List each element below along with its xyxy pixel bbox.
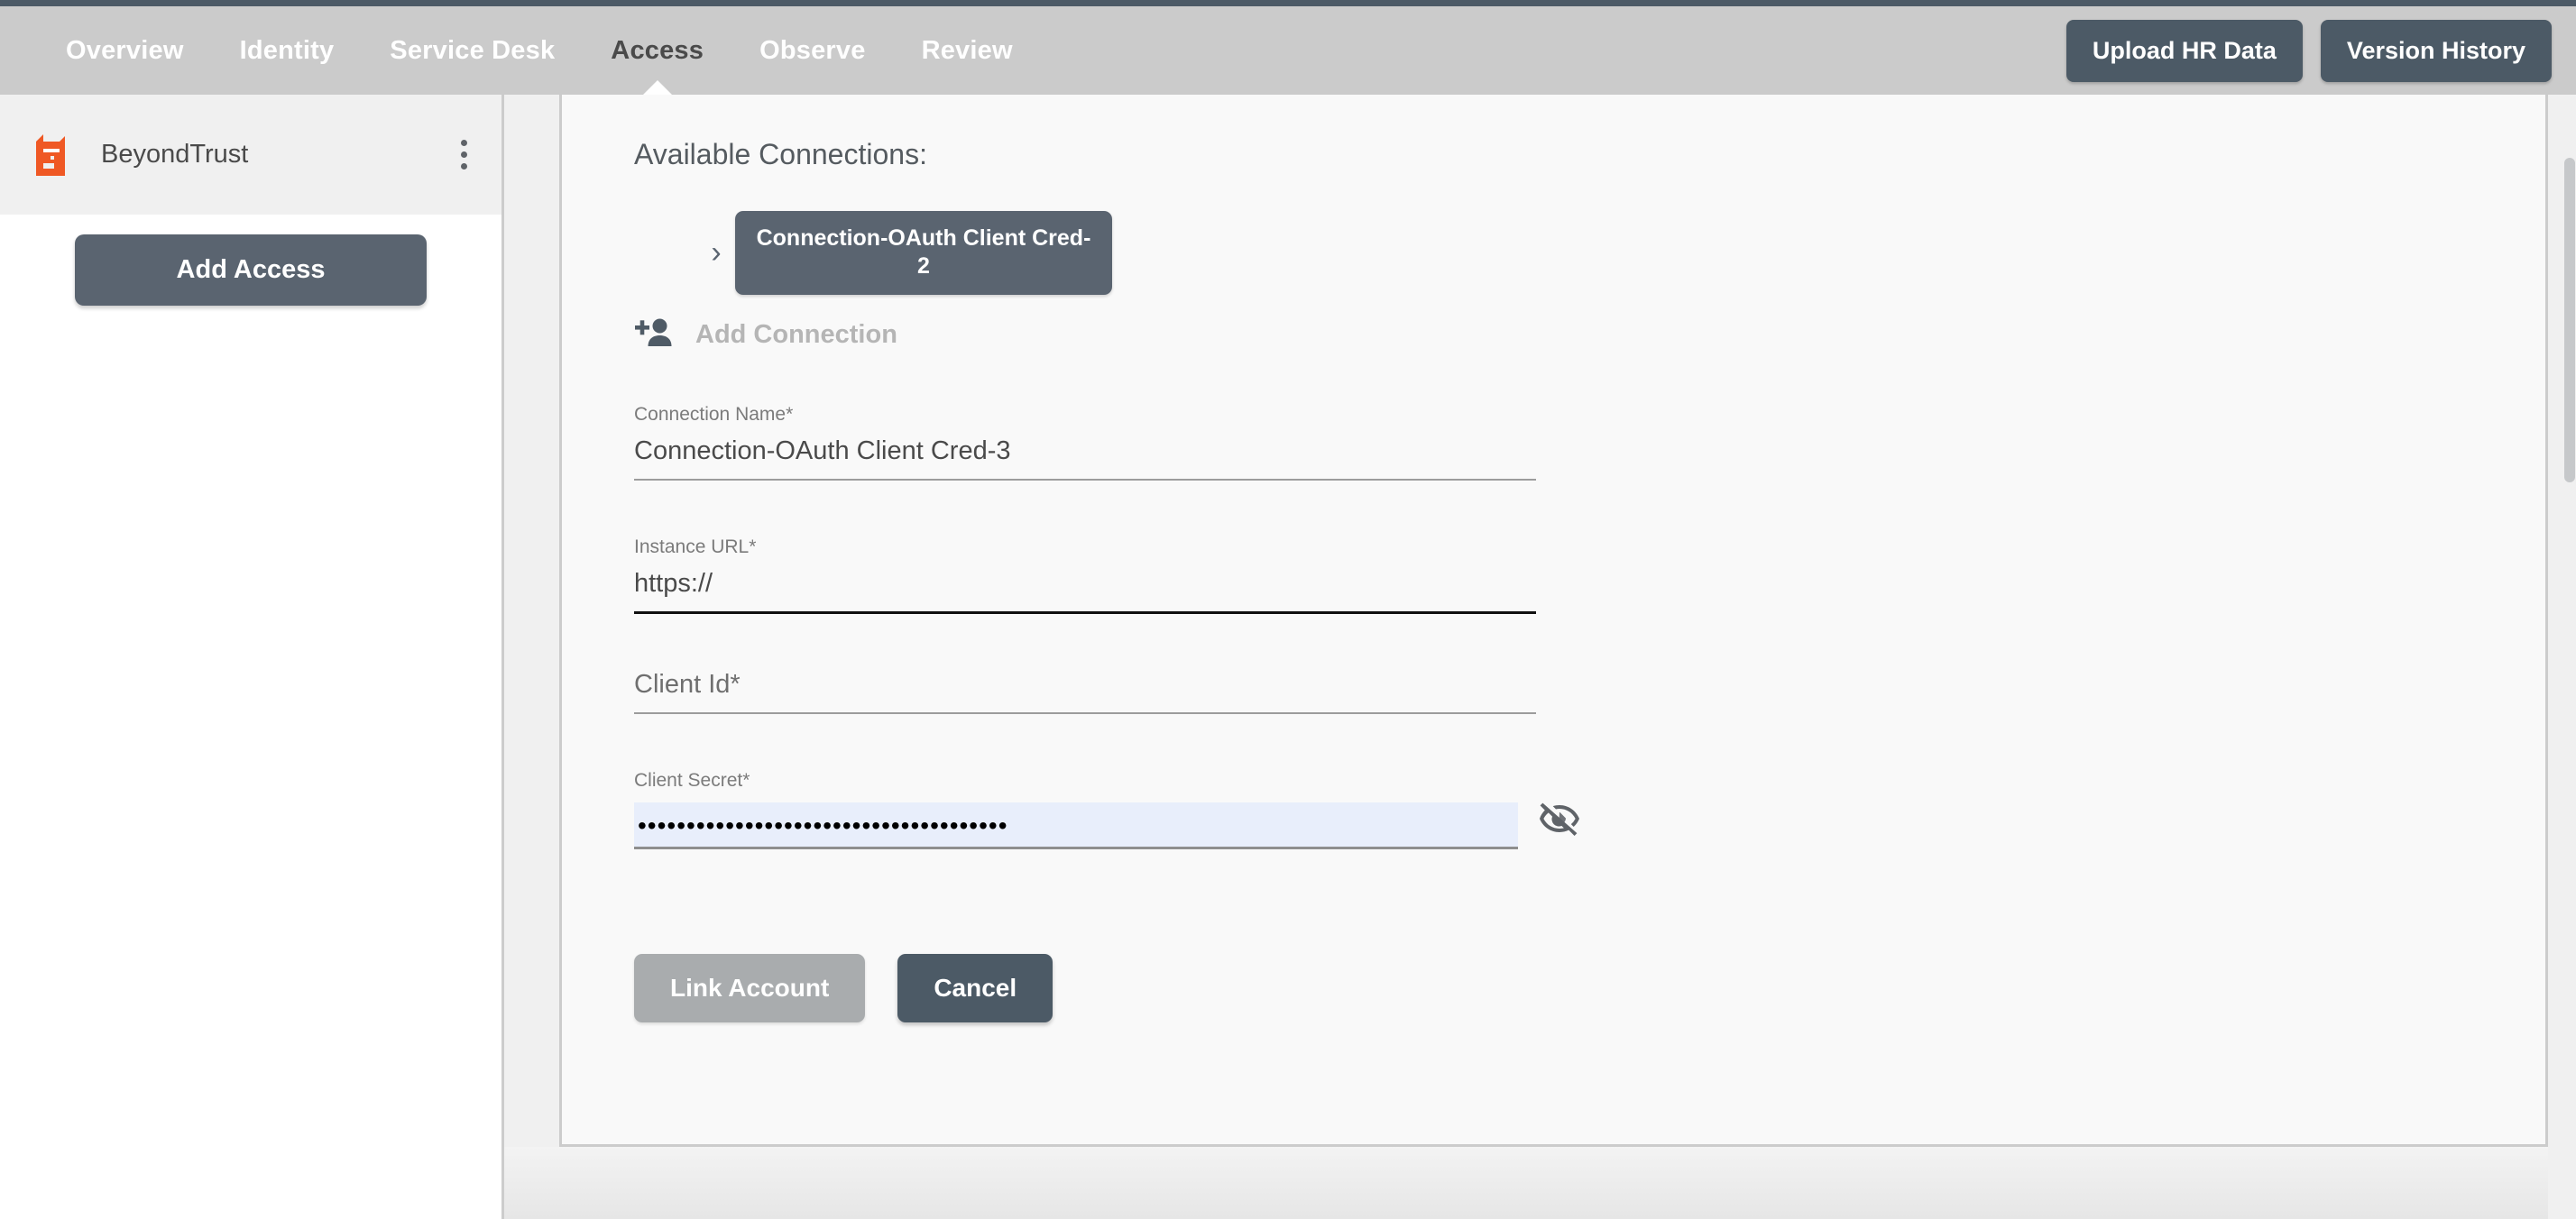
connection-form-inner: Available Connections: › Connection-OAut… bbox=[562, 95, 2545, 1095]
person-add-icon bbox=[634, 316, 674, 353]
nav-tab-observe[interactable]: Observe bbox=[731, 6, 893, 95]
link-account-button[interactable]: Link Account bbox=[634, 953, 866, 1022]
client-secret-input[interactable]: •••••••••••••••••••••••••••••••••••••• bbox=[634, 802, 1518, 849]
client-id-input[interactable]: Client Id* bbox=[634, 670, 1536, 714]
connection-name-input[interactable]: Connection-OAuth Client Cred-3 bbox=[634, 436, 1536, 481]
eye-off-icon[interactable] bbox=[1538, 797, 1581, 840]
card-footer-area bbox=[504, 1147, 2576, 1219]
nav-tab-label: Overview bbox=[66, 36, 184, 65]
nav-action-buttons: Upload HR Data Version History bbox=[2065, 19, 2552, 82]
top-navigation-bar: Overview Identity Service Desk Access Ob… bbox=[0, 6, 2576, 95]
connection-name-label: Connection Name* bbox=[634, 403, 794, 425]
nav-tab-access[interactable]: Access bbox=[583, 6, 731, 95]
add-connection-label: Add Connection bbox=[695, 319, 897, 349]
form-action-buttons: Link Account Cancel bbox=[634, 953, 2545, 1095]
client-secret-label: Client Secret* bbox=[634, 769, 750, 791]
add-access-button[interactable]: Add Access bbox=[75, 234, 427, 306]
add-access-container: Add Access bbox=[0, 234, 501, 306]
field-client-id: Client Id* bbox=[634, 670, 1536, 714]
page-body: BeyondTrust Add Access Available Connect… bbox=[0, 95, 2576, 1219]
nav-tab-service-desk[interactable]: Service Desk bbox=[362, 6, 583, 95]
instance-url-input[interactable]: https:// bbox=[634, 569, 1536, 614]
field-instance-url: Instance URL* https:// bbox=[634, 536, 1536, 614]
field-connection-name: Connection Name* Connection-OAuth Client… bbox=[634, 404, 1536, 481]
org-name-label: BeyondTrust bbox=[101, 140, 249, 169]
vertical-scrollbar-thumb[interactable] bbox=[2564, 158, 2575, 482]
cancel-button[interactable]: Cancel bbox=[897, 953, 1053, 1022]
field-client-secret: Client Secret* •••••••••••••••••••••••••… bbox=[634, 770, 1581, 849]
nav-tab-label: Service Desk bbox=[390, 36, 556, 65]
nav-tab-overview[interactable]: Overview bbox=[38, 6, 212, 95]
nav-tab-label: Identity bbox=[239, 36, 335, 65]
client-secret-field: Client Secret* •••••••••••••••••••••••••… bbox=[634, 770, 1518, 849]
app-root: Overview Identity Service Desk Access Ob… bbox=[0, 0, 2576, 1219]
sidebar: BeyondTrust Add Access bbox=[0, 95, 501, 1219]
nav-tab-review[interactable]: Review bbox=[894, 6, 1041, 95]
add-connection-button[interactable]: Add Connection bbox=[634, 316, 2545, 353]
nav-tab-label: Review bbox=[921, 36, 1013, 65]
connection-pill-button[interactable]: Connection-OAuth Client Cred-2 bbox=[735, 211, 1112, 295]
sidebar-org-header[interactable]: BeyondTrust bbox=[0, 95, 501, 215]
content-gutter bbox=[504, 95, 559, 1219]
nav-tab-label: Observe bbox=[759, 36, 866, 65]
chevron-right-icon[interactable]: › bbox=[697, 237, 735, 268]
kebab-menu-icon[interactable] bbox=[455, 133, 473, 177]
upload-hr-data-button[interactable]: Upload HR Data bbox=[2065, 19, 2303, 82]
version-history-button[interactable]: Version History bbox=[2320, 19, 2552, 82]
nav-tab-label: Access bbox=[611, 36, 704, 65]
available-connections-title: Available Connections: bbox=[634, 138, 927, 170]
beyondtrust-logo-icon bbox=[27, 131, 76, 179]
vertical-scrollbar[interactable] bbox=[2563, 95, 2576, 1219]
nav-tab-identity[interactable]: Identity bbox=[212, 6, 363, 95]
instance-url-label: Instance URL* bbox=[634, 536, 757, 557]
nav-tab-list: Overview Identity Service Desk Access Ob… bbox=[38, 6, 1041, 95]
connection-form-card: Available Connections: › Connection-OAut… bbox=[559, 95, 2548, 1147]
connection-row: › Connection-OAuth Client Cred-2 bbox=[634, 211, 2545, 295]
window-top-strip bbox=[0, 0, 2576, 6]
